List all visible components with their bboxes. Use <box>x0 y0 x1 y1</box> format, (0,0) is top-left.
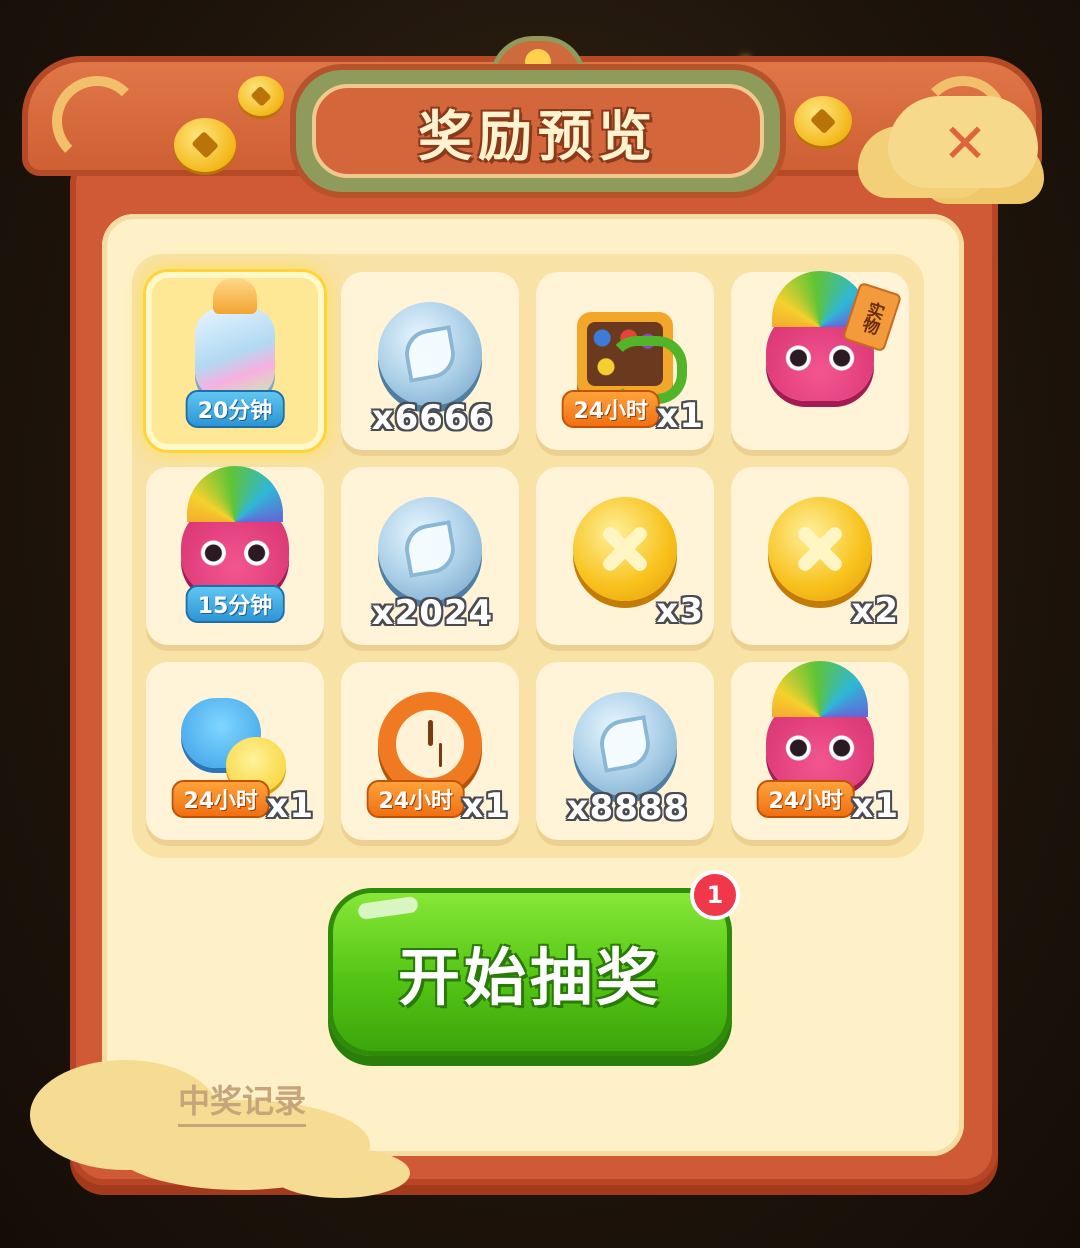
duration-badge: 24小时 <box>366 780 466 818</box>
reward-cell[interactable]: x6666 <box>341 272 519 450</box>
coin-decoration <box>794 96 852 146</box>
gold-coin-icon <box>573 496 677 601</box>
reward-cell[interactable]: x2 <box>731 467 909 645</box>
duration-badge: 24小时 <box>756 780 856 818</box>
bird-mask-icon <box>181 465 289 596</box>
physical-prize-tag: 实物 <box>841 281 903 353</box>
reward-amount: x3 <box>656 591 704 631</box>
reward-amount: x2 <box>851 591 899 631</box>
reward-cell[interactable]: x2024 <box>341 467 519 645</box>
reward-amount: x2024 <box>371 593 494 633</box>
cloud-decoration <box>270 1148 410 1198</box>
coin-decoration <box>238 76 284 116</box>
reward-cell[interactable]: 24小时 x1 <box>341 662 519 840</box>
close-icon[interactable]: ✕ <box>930 112 1000 176</box>
reward-cell[interactable]: x8888 <box>536 662 714 840</box>
reward-amount: x6666 <box>371 398 494 438</box>
reward-amount: x8888 <box>566 788 689 828</box>
start-draw-label: 开始抽奖 <box>397 944 662 1013</box>
reward-cell[interactable]: x3 <box>536 467 714 645</box>
reward-cell[interactable]: 实物 <box>731 270 909 450</box>
duration-badge: 24小时 <box>561 390 661 428</box>
leaf-coin-icon <box>378 301 482 406</box>
puzzle-board-icon <box>577 311 687 404</box>
coin-decoration <box>174 118 236 172</box>
dialog-title: 奖励预览 <box>418 104 658 168</box>
title-plaque: 奖励预览 <box>296 70 780 192</box>
notification-badge: 1 <box>690 870 740 920</box>
win-history-link[interactable]: 中奖记录 <box>178 1076 307 1127</box>
reward-amount: x1 <box>656 396 704 436</box>
leaf-coin-icon <box>573 691 677 796</box>
reward-cell[interactable]: 20分钟 <box>146 272 324 450</box>
swirl-ornament <box>52 76 142 166</box>
reward-cell[interactable]: 24小时 x1 <box>146 662 324 840</box>
duration-badge: 20分钟 <box>185 390 285 428</box>
gold-coin-icon <box>768 496 872 601</box>
leaf-coin-icon <box>378 496 482 601</box>
reward-cell[interactable]: 24小时 x1 <box>731 660 909 840</box>
duration-badge: 24小时 <box>171 780 271 818</box>
bird-mask-icon: 实物 <box>766 270 903 401</box>
bird-mask-icon <box>766 660 874 791</box>
start-draw-button[interactable]: 开始抽奖 <box>328 888 732 1056</box>
reward-amount: x1 <box>461 786 509 826</box>
reward-amount: x1 <box>266 786 314 826</box>
reward-cell[interactable]: 24小时 x1 <box>536 272 714 450</box>
bottle-icon <box>195 277 275 400</box>
duration-badge: 15分钟 <box>185 585 285 623</box>
reward-amount: x1 <box>851 786 899 826</box>
reward-cell[interactable]: 15分钟 <box>146 465 324 645</box>
